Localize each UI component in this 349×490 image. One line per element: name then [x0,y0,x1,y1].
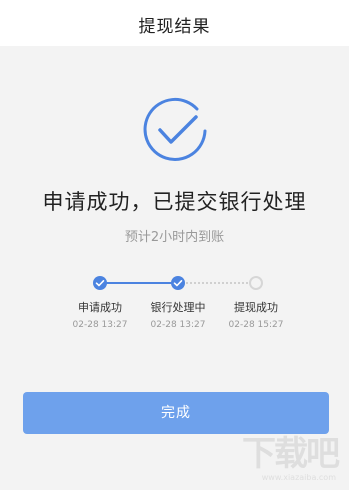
step-label: 银行处理中 [150,301,206,314]
page-title: 提现结果 [138,17,211,37]
step-label: 申请成功 [78,301,122,314]
watermark-url: www.xiazaiba.com [261,473,336,482]
watermark-logo: 下载吧 www.xiazaiba.com [212,424,342,482]
top-bar: 提现结果 [0,0,349,46]
step-apply-success: 申请成功 02-28 13:27 [60,274,140,330]
step-pending-circle-icon [249,276,263,290]
result-headline: 申请成功，已提交银行处理 [42,190,307,214]
step-label: 提现成功 [234,301,278,314]
step-time: 02-28 13:27 [150,320,206,330]
result-subline: 预计2小时内到账 [124,230,225,245]
check-circle-icon [143,98,207,161]
step-time: 02-28 13:27 [72,320,128,330]
step-bank-processing: 银行处理中 02-28 13:27 [138,274,218,330]
progress-steps: 申请成功 02-28 13:27 银行处理中 02-28 13:27 提现成功 … [70,274,300,344]
step-withdraw-success: 提现成功 02-28 15:27 [216,274,296,330]
step-done-check-icon [171,276,185,290]
watermark-text: 下载吧 [242,434,340,474]
step-done-check-icon [93,276,107,290]
step-time: 02-28 15:27 [228,320,284,330]
